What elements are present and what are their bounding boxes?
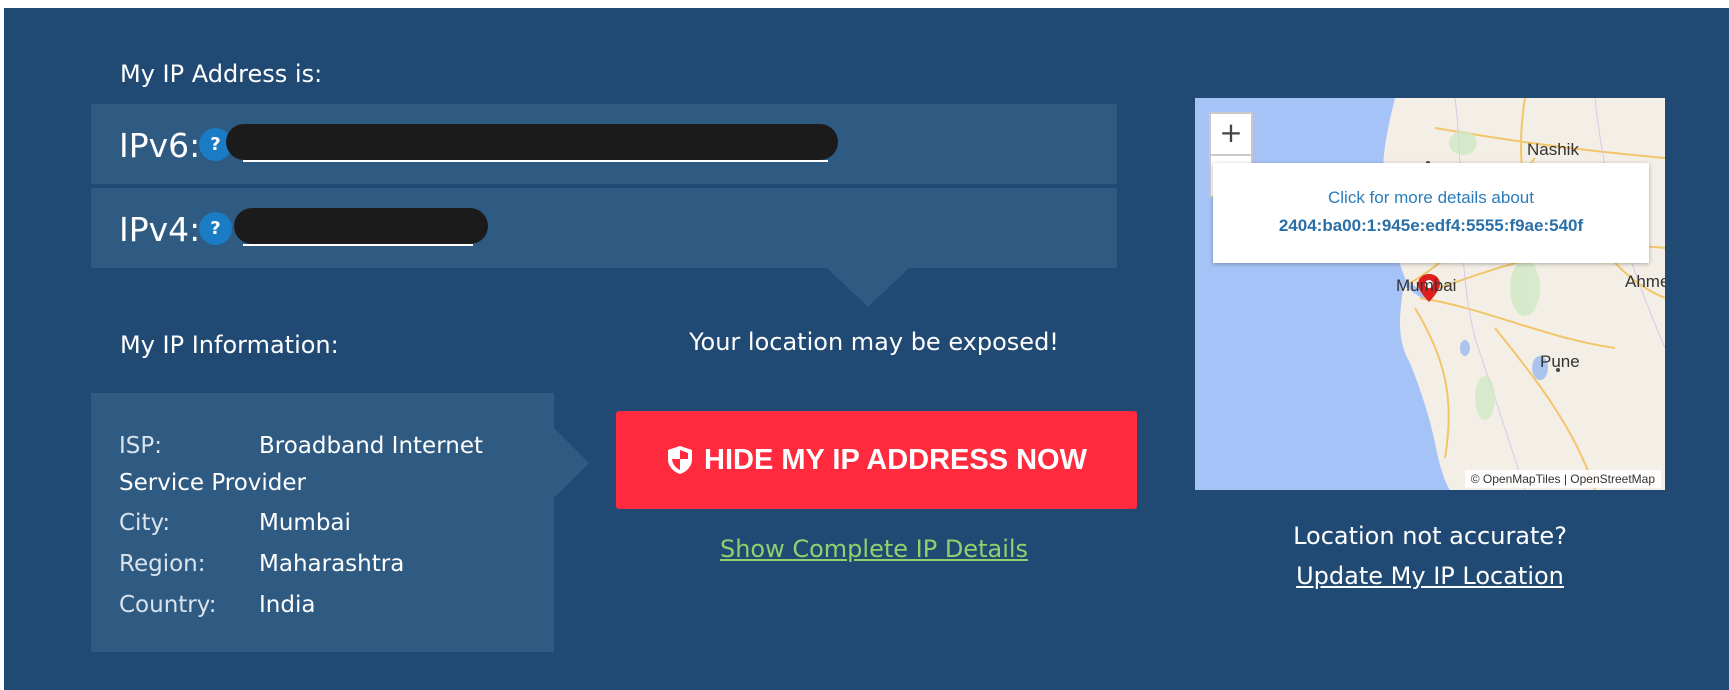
info-box: ISP: Broadband Internet Service Provider… xyxy=(91,393,554,652)
country-key: Country: xyxy=(119,592,217,618)
ipv6-underline xyxy=(243,160,828,162)
popup-ip-link[interactable]: 2404:ba00:1:945e:edf4:5555:f9ae:540f xyxy=(1213,216,1649,236)
popup-text: Click for more details about xyxy=(1328,188,1534,207)
ipv6-value-redacted xyxy=(226,124,838,160)
ipv6-label: IPv6: xyxy=(119,126,201,165)
shield-icon xyxy=(668,446,693,474)
ip-panel: My IP Address is: IPv6: ? IPv4: ? My IP … xyxy=(4,8,1729,690)
ipv6-row: IPv6: ? xyxy=(91,104,1117,184)
map-label-pune: Pune xyxy=(1540,352,1580,371)
region-key: Region: xyxy=(119,551,206,577)
ipv4-label: IPv4: xyxy=(119,210,201,249)
update-location-link[interactable]: Update My IP Location xyxy=(1195,562,1665,590)
city-key: City: xyxy=(119,510,171,536)
region-value: Maharashtra xyxy=(259,551,405,577)
hide-ip-button-label: HIDE MY IP ADDRESS NOW xyxy=(704,443,1087,476)
city-value: Mumbai xyxy=(259,510,351,536)
isp-value: Broadband Internet xyxy=(259,433,484,459)
map-attribution[interactable]: © OpenMapTiles | OpenStreetMap xyxy=(1464,470,1661,488)
info-heading: My IP Information: xyxy=(120,331,339,359)
country-row: Country: India xyxy=(119,592,315,618)
map-label-nashik: Nashik xyxy=(1527,140,1579,159)
ipv4-row: IPv4: ? xyxy=(91,188,1117,268)
city-row: City: Mumbai xyxy=(119,510,351,536)
location-warning: Your location may be exposed! xyxy=(689,328,1059,356)
show-details-link[interactable]: Show Complete IP Details xyxy=(644,535,1104,563)
info-box-pointer xyxy=(554,428,589,498)
ipv4-value-redacted xyxy=(234,208,488,244)
zoom-in-button[interactable]: + xyxy=(1209,112,1253,156)
map-label-mumbai: Mumbai xyxy=(1396,276,1457,295)
ip-heading: My IP Address is: xyxy=(120,60,323,88)
location-question: Location not accurate? xyxy=(1293,522,1567,550)
isp-value-cont: Service Provider xyxy=(119,470,307,496)
map-label-ahmednagar: Ahme xyxy=(1625,272,1665,291)
ip-box-pointer xyxy=(826,267,910,307)
region-row: Region: Maharashtra xyxy=(119,551,404,577)
isp-row: ISP: Broadband Internet xyxy=(119,433,483,459)
isp-key: ISP: xyxy=(119,433,163,459)
hide-ip-button[interactable]: HIDE MY IP ADDRESS NOW xyxy=(616,411,1137,509)
location-map[interactable]: Nashik Mumbai Ahme Pune + − Click for mo… xyxy=(1195,98,1665,490)
ipv4-help-icon[interactable]: ? xyxy=(199,212,232,245)
country-value: India xyxy=(259,592,316,618)
ipv4-underline xyxy=(243,244,473,246)
map-popup[interactable]: Click for more details about 2404:ba00:1… xyxy=(1213,163,1649,263)
